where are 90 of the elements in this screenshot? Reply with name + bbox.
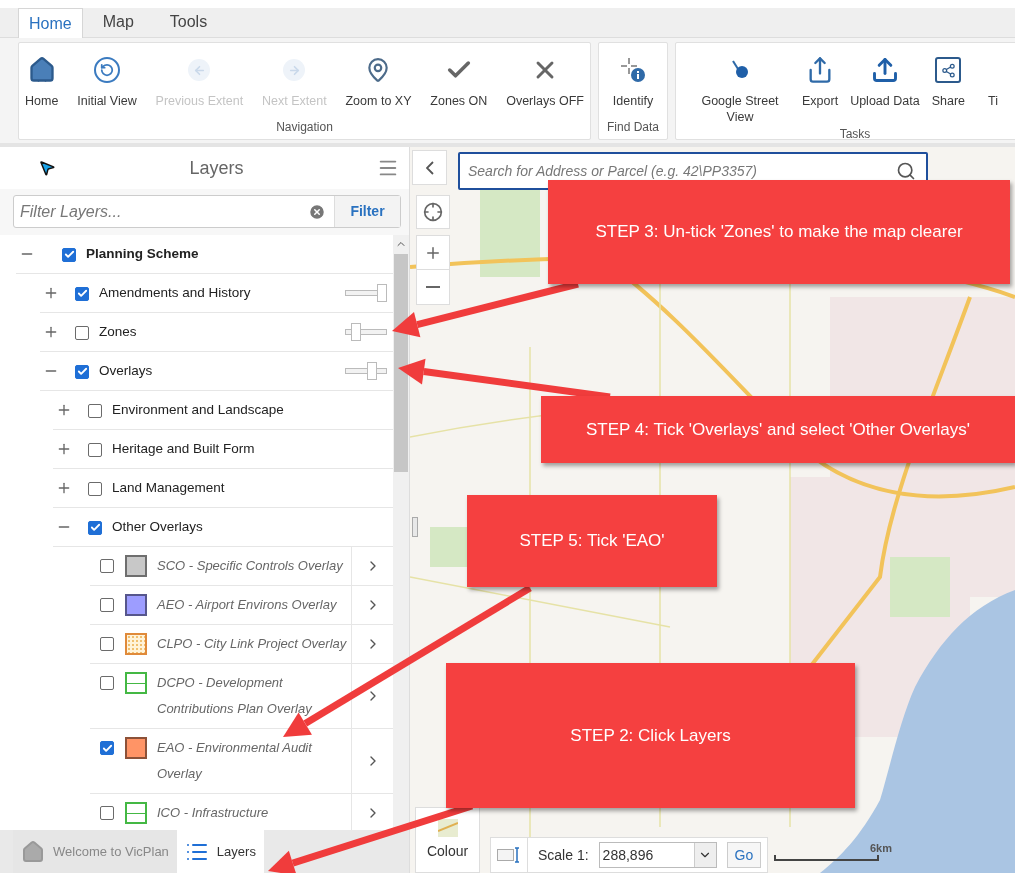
legend-label: AEO - Airport Environs Overlay xyxy=(157,596,337,614)
checkbox[interactable] xyxy=(100,637,114,651)
ribbon-tab[interactable]: Tools xyxy=(153,7,224,37)
filter-button[interactable]: Filter xyxy=(334,196,400,227)
group-title: Tasks xyxy=(838,126,872,143)
chevron-left-icon xyxy=(425,160,434,175)
share-icon xyxy=(935,57,962,83)
crosshair-info-icon xyxy=(619,56,647,84)
locate-button[interactable] xyxy=(416,195,450,229)
checkbox[interactable] xyxy=(75,286,89,301)
opacity-slider[interactable] xyxy=(345,284,387,302)
instruction-callout: STEP 3: Un-tick 'Zones' to make the map clearer xyxy=(548,180,1010,284)
checkbox[interactable] xyxy=(62,247,76,262)
ribbon-button[interactable]: Overlays OFF xyxy=(502,43,588,109)
checkbox[interactable] xyxy=(100,559,114,573)
layer-thumbnail-icon xyxy=(437,818,458,837)
filter-input[interactable]: Filter Layers... xyxy=(14,196,308,227)
ribbon-button[interactable]: Zones ON xyxy=(426,43,492,109)
opacity-slider[interactable] xyxy=(345,362,387,380)
minus-icon xyxy=(426,286,440,288)
scrollbar[interactable] xyxy=(393,235,409,830)
checkbox[interactable] xyxy=(88,442,102,457)
crosshair-icon xyxy=(423,202,443,222)
search-input[interactable]: Search for Address or Parcel (e.g. 42\PP3357) xyxy=(468,160,896,182)
refresh-icon xyxy=(93,57,120,83)
layer-label[interactable]: Zones xyxy=(99,321,137,343)
splitter-handle[interactable] xyxy=(412,517,418,537)
panel-tab[interactable]: Layers xyxy=(176,830,264,873)
checkbox[interactable] xyxy=(100,598,114,612)
ribbon-button[interactable]: Share xyxy=(927,43,969,109)
ribbon-button[interactable]: Export xyxy=(798,43,843,109)
checkbox[interactable] xyxy=(88,403,102,418)
ribbon-button[interactable]: Ti xyxy=(973,43,1013,109)
panel-title: Layers xyxy=(188,156,245,180)
expand-icon[interactable] xyxy=(56,402,72,418)
expand-icon[interactable] xyxy=(56,441,72,457)
ribbon-button[interactable]: Upload Data xyxy=(846,43,924,109)
scale-select[interactable]: 288,896 xyxy=(598,842,717,868)
home-icon xyxy=(21,839,45,864)
layer-label[interactable]: Amendments and History xyxy=(99,282,251,304)
go-button[interactable]: Go xyxy=(726,842,762,868)
filter-field[interactable]: Filter Layers... Filter xyxy=(13,195,401,228)
scale-bar-label: 6km xyxy=(870,840,893,856)
layer-label[interactable]: Overlays xyxy=(99,360,153,382)
cursor-icon xyxy=(38,159,56,177)
expand-icon[interactable] xyxy=(43,285,59,301)
layer-label[interactable]: Environment and Landscape xyxy=(112,399,284,421)
instruction-callout: STEP 4: Tick 'Overlays' and select 'Other Overlays' xyxy=(541,396,1015,463)
ribbon-tab[interactable]: Home xyxy=(18,8,83,38)
ribbon-button[interactable]: Initial View xyxy=(73,43,141,109)
checkbox[interactable] xyxy=(88,481,102,496)
opacity-slider[interactable] xyxy=(345,323,387,341)
legend-label: CLPO - City Link Project Overlay xyxy=(157,635,347,653)
search-icon[interactable] xyxy=(896,161,916,181)
ribbon-tab[interactable]: Map xyxy=(86,7,150,37)
group-title: Navigation xyxy=(275,119,334,136)
slider-thumb[interactable] xyxy=(367,362,378,380)
legend-label: ICO - Infrastructure xyxy=(157,804,269,822)
checkbox[interactable] xyxy=(100,806,114,820)
scrollbar-thumb[interactable] xyxy=(394,254,408,472)
instruction-callout: STEP 2: Click Layers xyxy=(446,663,855,808)
colour-button[interactable]: Colour xyxy=(415,807,480,873)
scale-ruler-icon[interactable] xyxy=(497,846,521,864)
collapse-panel-button[interactable] xyxy=(412,150,447,185)
home-icon xyxy=(27,56,56,84)
checkbox[interactable] xyxy=(100,741,114,755)
upload-icon xyxy=(870,56,899,84)
legend-label: EAO - Environmental Audit Overlay xyxy=(157,739,314,783)
ribbon-button[interactable]: Google Street View xyxy=(686,43,794,125)
checkbox[interactable] xyxy=(88,520,102,535)
instruction-callout: STEP 5: Tick 'EAO' xyxy=(467,495,717,587)
expand-icon[interactable] xyxy=(43,324,59,340)
ribbon-button[interactable]: Identify xyxy=(608,43,658,109)
layer-label[interactable]: Heritage and Built Form xyxy=(112,438,255,460)
layer-label[interactable]: Planning Scheme xyxy=(86,243,199,265)
group-title: Find Data xyxy=(606,119,660,136)
checkbox[interactable] xyxy=(75,325,89,340)
layer-label[interactable]: Land Management xyxy=(112,477,225,499)
slider-thumb[interactable] xyxy=(351,323,362,341)
legend-label: SCO - Specific Controls Overlay xyxy=(157,557,343,575)
scale-label: Scale 1: xyxy=(538,845,589,865)
checkbox[interactable] xyxy=(100,676,114,690)
legend-label: DCPO - Development Contributions Plan Overlay xyxy=(157,674,313,718)
ribbon-button[interactable]: Home xyxy=(21,43,63,109)
clear-icon[interactable] xyxy=(308,202,326,221)
layer-label[interactable]: Other Overlays xyxy=(112,516,203,538)
ribbon-button[interactable]: Zoom to XY xyxy=(341,43,416,109)
slider-thumb[interactable] xyxy=(377,284,387,302)
expand-icon[interactable] xyxy=(56,480,72,496)
checkbox[interactable] xyxy=(75,364,89,379)
